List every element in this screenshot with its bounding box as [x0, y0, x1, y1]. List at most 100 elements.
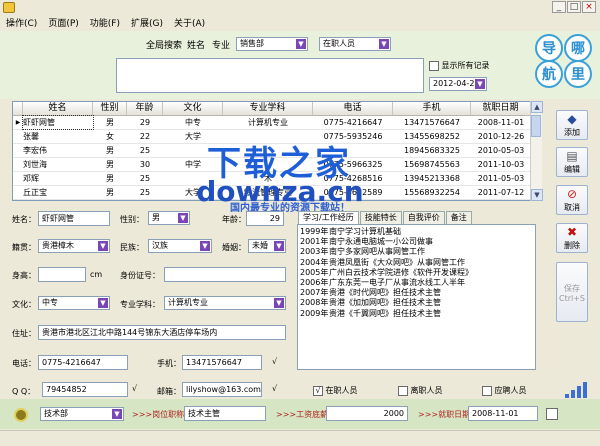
tab-skills[interactable]: 技能特长: [359, 211, 402, 224]
applicant-status-checkbox[interactable]: [482, 385, 492, 396]
marital-label: 婚姻：: [222, 243, 246, 252]
job-department-select[interactable]: 技术部 ▼: [40, 407, 124, 421]
menu-about[interactable]: 关于(A): [174, 16, 205, 29]
left-status-checkbox[interactable]: [398, 385, 408, 396]
chevron-down-icon: ▼: [274, 298, 284, 308]
age-label: 年龄：: [222, 215, 246, 224]
gender-select[interactable]: 男 ▼: [148, 211, 190, 225]
cell-age: 22: [139, 132, 151, 141]
chevron-down-icon: ▼: [98, 298, 108, 308]
native-place-select[interactable]: 贵港樟木 ▼: [38, 239, 110, 253]
chevron-down-icon: ▼: [296, 39, 306, 49]
menu-function[interactable]: 功能(F): [90, 16, 120, 29]
status-select[interactable]: 在职人员 ▼: [319, 37, 391, 51]
experience-line: 2007年 贵港《时代网吧》担任技术主管: [298, 288, 535, 298]
marital-select[interactable]: 未婚 ▼: [248, 239, 286, 253]
education-select[interactable]: 中专 ▼: [38, 296, 110, 310]
row-indicator: [13, 172, 23, 185]
education-value: 中专: [42, 298, 58, 307]
mobile-label: 手机：: [157, 359, 181, 368]
save-button-label: 保存: [564, 284, 580, 293]
ethnicity-select[interactable]: 汉族 ▼: [148, 239, 212, 253]
show-all-check-box[interactable]: [429, 60, 439, 71]
navigation-logo[interactable]: 导 哪 航 里: [534, 32, 594, 90]
age-field[interactable]: 29: [246, 211, 284, 226]
email-field[interactable]: lilyshow@163.com: [182, 382, 262, 397]
height-label: 身高：: [12, 271, 36, 280]
major-select[interactable]: 计算机专业 ▼: [164, 296, 286, 310]
applicant-status-option[interactable]: 应聘人员: [482, 385, 527, 396]
delete-button[interactable]: ✖ 删除: [556, 223, 588, 253]
detail-tabs: 学习/工作经历 技能特长 自我评价 备注: [298, 211, 473, 224]
gender-label: 性别：: [120, 215, 144, 224]
hire-date-field[interactable]: 2008-11-01: [468, 406, 538, 421]
experience-line: 2006年 广东东莞一电子厂从事流水线工人半年: [298, 278, 535, 288]
col-header-phone[interactable]: 电话: [313, 102, 393, 115]
tab-self-evaluation[interactable]: 自我评价: [402, 211, 445, 224]
table-row[interactable]: ▶ 虾虾网管 男 29 中专 计算机专业 0775-4216647 13471576647 20…: [13, 115, 541, 130]
date-select-value: 2012-04-23: [433, 79, 480, 88]
experience-line: 1999年 南宁学习计算机基础: [298, 227, 535, 237]
edit-button[interactable]: ▤ 编辑: [556, 147, 588, 177]
cancel-icon: ⊘: [566, 187, 578, 201]
cancel-button[interactable]: ⊘ 取消: [556, 185, 588, 215]
col-header-mobile[interactable]: 手机: [393, 102, 471, 115]
scroll-up-icon[interactable]: ▲: [531, 101, 543, 113]
base-salary-field[interactable]: 2000: [326, 406, 408, 421]
chevron-down-icon: ▼: [98, 241, 108, 251]
menu-page[interactable]: 页面(P): [48, 16, 78, 29]
global-search-tab[interactable]: 全局搜索: [146, 38, 182, 51]
col-header-hire-date[interactable]: 就职日期: [471, 102, 531, 115]
left-status-option[interactable]: 离职人员: [398, 385, 443, 396]
col-header-major[interactable]: 专业学科: [223, 102, 313, 115]
id-number-field[interactable]: [164, 267, 286, 282]
experience-textbox[interactable]: 1999年 南宁学习计算机基础 2001年 南宁永通电脑城一小公司做事 2003年 南宁多…: [297, 224, 536, 370]
cell-hire-date: 2011-07-12: [477, 188, 525, 197]
name-filter-label[interactable]: 姓名: [187, 38, 205, 51]
tab-notes[interactable]: 备注: [445, 211, 472, 224]
add-button[interactable]: ◆ 添加: [556, 110, 588, 140]
height-field[interactable]: [38, 267, 86, 282]
phone-field[interactable]: 0775-4216647: [38, 355, 128, 370]
maximize-button[interactable]: □: [567, 1, 581, 13]
address-field[interactable]: 贵港市港北区江北中路144号锦东大酒店停车场内: [38, 325, 286, 340]
major-filter-label[interactable]: 专业: [212, 38, 230, 51]
app-icon: [3, 2, 15, 13]
save-button[interactable]: 保存 Ctrl+S: [556, 262, 588, 322]
cell-education: 大学: [185, 132, 201, 141]
department-select[interactable]: 销售部 ▼: [236, 37, 308, 51]
table-header: 姓名 性别 年龄 文化 专业学科 电话 手机 就职日期: [13, 102, 541, 116]
menu-operate[interactable]: 操作(C): [6, 16, 37, 29]
scroll-down-icon[interactable]: ▼: [531, 189, 543, 201]
active-status-checkbox[interactable]: √: [313, 385, 323, 396]
col-header-age[interactable]: 年龄: [127, 102, 163, 115]
chevron-down-icon: ▼: [200, 241, 210, 251]
close-button[interactable]: ×: [582, 1, 596, 13]
hire-date-checkbox[interactable]: [546, 408, 558, 420]
settings-icon[interactable]: [14, 408, 28, 422]
col-header-gender[interactable]: 性别: [93, 102, 127, 115]
col-header-name[interactable]: 姓名: [23, 102, 93, 115]
active-status-option[interactable]: √ 在职人员: [313, 385, 358, 396]
show-all-checkbox[interactable]: 显示所有记录: [429, 60, 490, 71]
tab-experience[interactable]: 学习/工作经历: [298, 211, 359, 224]
cell-name: 刘世海: [23, 160, 47, 169]
name-field[interactable]: 虾虾网管: [38, 211, 110, 226]
minimize-button[interactable]: _: [552, 1, 566, 13]
add-button-label: 添加: [564, 128, 580, 137]
menu-extend[interactable]: 扩展(G): [131, 16, 163, 29]
qq-field[interactable]: 79454852: [42, 382, 128, 397]
col-header-education[interactable]: 文化: [163, 102, 223, 115]
scroll-thumb[interactable]: [531, 115, 541, 137]
table-scrollbar[interactable]: ▲ ▼: [530, 101, 543, 201]
mobile-field[interactable]: 13471576647: [182, 355, 262, 370]
post-title-field[interactable]: 技术主管: [184, 406, 266, 421]
table-row[interactable]: 张馨 女 22 大学 0775-5935246 13455698252 2010-12-26: [13, 130, 541, 144]
experience-line: 2004年 贵港凤凰街《大众网吧》从事网管工作: [298, 258, 535, 268]
search-input[interactable]: [116, 58, 424, 93]
experience-year: 2007年: [300, 288, 329, 298]
experience-detail: 广东东莞一电子厂从事流水线工人半年: [329, 278, 465, 288]
date-select[interactable]: 2012-04-23 ▼: [429, 77, 487, 91]
cell-name: 丘正宝: [23, 188, 47, 197]
active-status-label: 在职人员: [325, 386, 358, 395]
